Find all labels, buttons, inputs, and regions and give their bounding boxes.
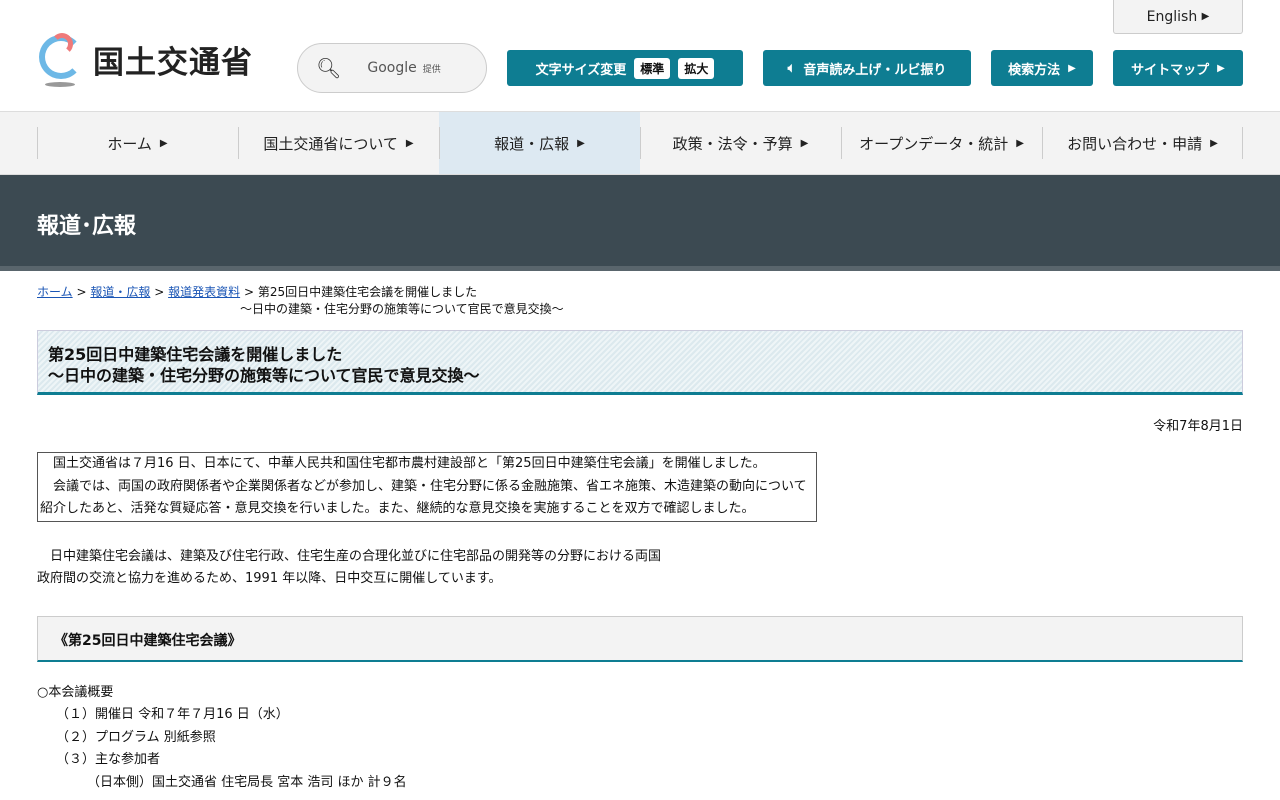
triangle-right-icon: ▶ [577,137,585,149]
read-aloud-button[interactable]: 🔈︎ 音声読み上げ・ルビ振り [763,50,971,86]
search-icon[interactable]: 🔍︎ [316,56,341,80]
search-box[interactable]: 🔍︎ Google 提供 [297,43,487,93]
sitemap-button[interactable]: サイトマップ ▶ [1113,50,1243,86]
breadcrumb-separator: > [243,285,254,299]
section-heading: 《第25回日中建築住宅会議》 [37,615,1243,662]
nav-about[interactable]: 国土交通省について ▶ [238,112,439,174]
font-standard-button[interactable]: 標準 [634,57,671,79]
font-size-control: 文字サイズ変更 標準 拡大 [507,50,743,86]
font-size-label: 文字サイズ変更 [535,62,627,78]
triangle-right-icon: ▶ [1201,11,1210,22]
search-method-button[interactable]: 検索方法 ▶ [991,50,1093,86]
nav-label: 政策・法令・予算 [672,134,793,153]
nav-policy[interactable]: 政策・法令・予算 ▶ [640,112,841,174]
paragraph-line: 日中建築住宅会議は、建築及び住宅行政、住宅生産の合理化並びに住宅部品の開発等の分… [37,548,662,564]
meeting-overview: ○本会議概要 （１）開催日 令和７年７月16 日（水） （２）プログラム 別紙参… [37,682,1243,795]
nav-contact[interactable]: お問い合わせ・申請 ▶ [1042,112,1243,174]
section-banner: 報道･広報 [0,175,1280,271]
page-title: 第25回日中建築住宅会議を開催しました ～日中の建築・住宅分野の施策等について官… [37,330,1243,395]
triangle-right-icon: ▶ [159,137,168,149]
lead-paragraph: 会議では、両国の政府関係者や企業関係者などが参加し、建築・住宅分野に係る金融施策… [40,478,807,517]
overview-heading: ○本会議概要 [37,684,114,700]
breadcrumb-home[interactable]: ホーム [37,285,73,299]
triangle-right-icon: ▶ [800,137,809,149]
triangle-right-icon: ▶ [405,137,414,149]
breadcrumb-releases[interactable]: 報道発表資料 [168,285,240,299]
nav-label: 報道・広報 [494,134,570,153]
nav-press[interactable]: 報道・広報 ▶ [439,112,640,174]
global-nav: ホーム ▶ 国土交通省について ▶ 報道・広報 ▶ 政策・法令・予算 ▶ オープンデータ… [0,112,1280,175]
background-paragraph: 日中建築住宅会議は、建築及び住宅行政、住宅生産の合理化並びに住宅部品の開発等の分… [37,546,1243,591]
search-provided: 提供 [422,64,441,75]
mlit-logo[interactable]: 国土交通省 [37,33,253,87]
english-label: English [1146,8,1198,25]
overview-item: （１）開催日 令和７年７月16 日（水） [56,707,289,722]
lead-paragraph: 国土交通省は７月16 日、日本にて、中華人民共和国住宅都市農村建設部と「第25回… [40,456,766,471]
title-line-2: ～日中の建築・住宅分野の施策等について官民で意見交換～ [48,366,480,385]
speaker-icon: 🔈︎ [787,60,796,76]
triangle-right-icon: ▶ [1068,62,1076,74]
triangle-right-icon: ▶ [1016,137,1024,149]
site-header: 国土交通省 🔍︎ Google 提供 English ▶ 文字サイズ変更 標準 … [0,0,1280,112]
nav-label: 国土交通省について [263,134,398,153]
nav-label: オープンデータ・統計 [859,134,1009,153]
nav-label: ホーム [107,134,152,153]
nav-label: お問い合わせ・申請 [1067,134,1203,153]
breadcrumb-separator: > [154,285,165,299]
triangle-right-icon: ▶ [1217,62,1225,74]
sitemap-label: サイトマップ [1131,62,1210,78]
breadcrumb-separator: > [76,285,87,299]
nav-opendata[interactable]: オープンデータ・統計 ▶ [841,112,1042,174]
english-link[interactable]: English ▶ [1113,0,1243,34]
overview-item: （３）主な参加者 [56,752,161,767]
publish-date: 令和7年8月1日 [1153,419,1243,434]
overview-item: （２）プログラム 別紙参照 [56,729,216,745]
breadcrumb: ホーム > 報道・広報 > 報道発表資料 > 第25回日中建築住宅会議を開催しま… [37,284,1243,318]
breadcrumb-press[interactable]: 報道・広報 [90,285,150,299]
paragraph-line: 政府間の交流と協力を進めるため、1991 年以降、日中交互に開催しています。 [37,571,502,586]
breadcrumb-current-sub: ～日中の建築・住宅分野の施策等について官民で意見交換～ [240,302,564,316]
logo-mark-icon [37,33,85,87]
font-large-button[interactable]: 拡大 [678,57,715,79]
nav-home[interactable]: ホーム ▶ [37,112,238,174]
read-aloud-label: 音声読み上げ・ルビ振り [803,62,947,78]
breadcrumb-current: 第25回日中建築住宅会議を開催しました [257,285,478,299]
logo-text: 国土交通省 [93,44,253,81]
lead-summary-box: 国土交通省は７月16 日、日本にて、中華人民共和国住宅都市農村建設部と「第25回… [37,452,817,522]
participants-item: （日本側）国土交通省 住宅局長 宮本 浩司 ほか 計９名 [87,774,407,790]
search-method-label: 検索方法 [1008,62,1061,78]
title-line-1: 第25回日中建築住宅会議を開催しました [48,345,343,364]
search-brand: Google [367,60,417,76]
triangle-right-icon: ▶ [1210,137,1218,149]
